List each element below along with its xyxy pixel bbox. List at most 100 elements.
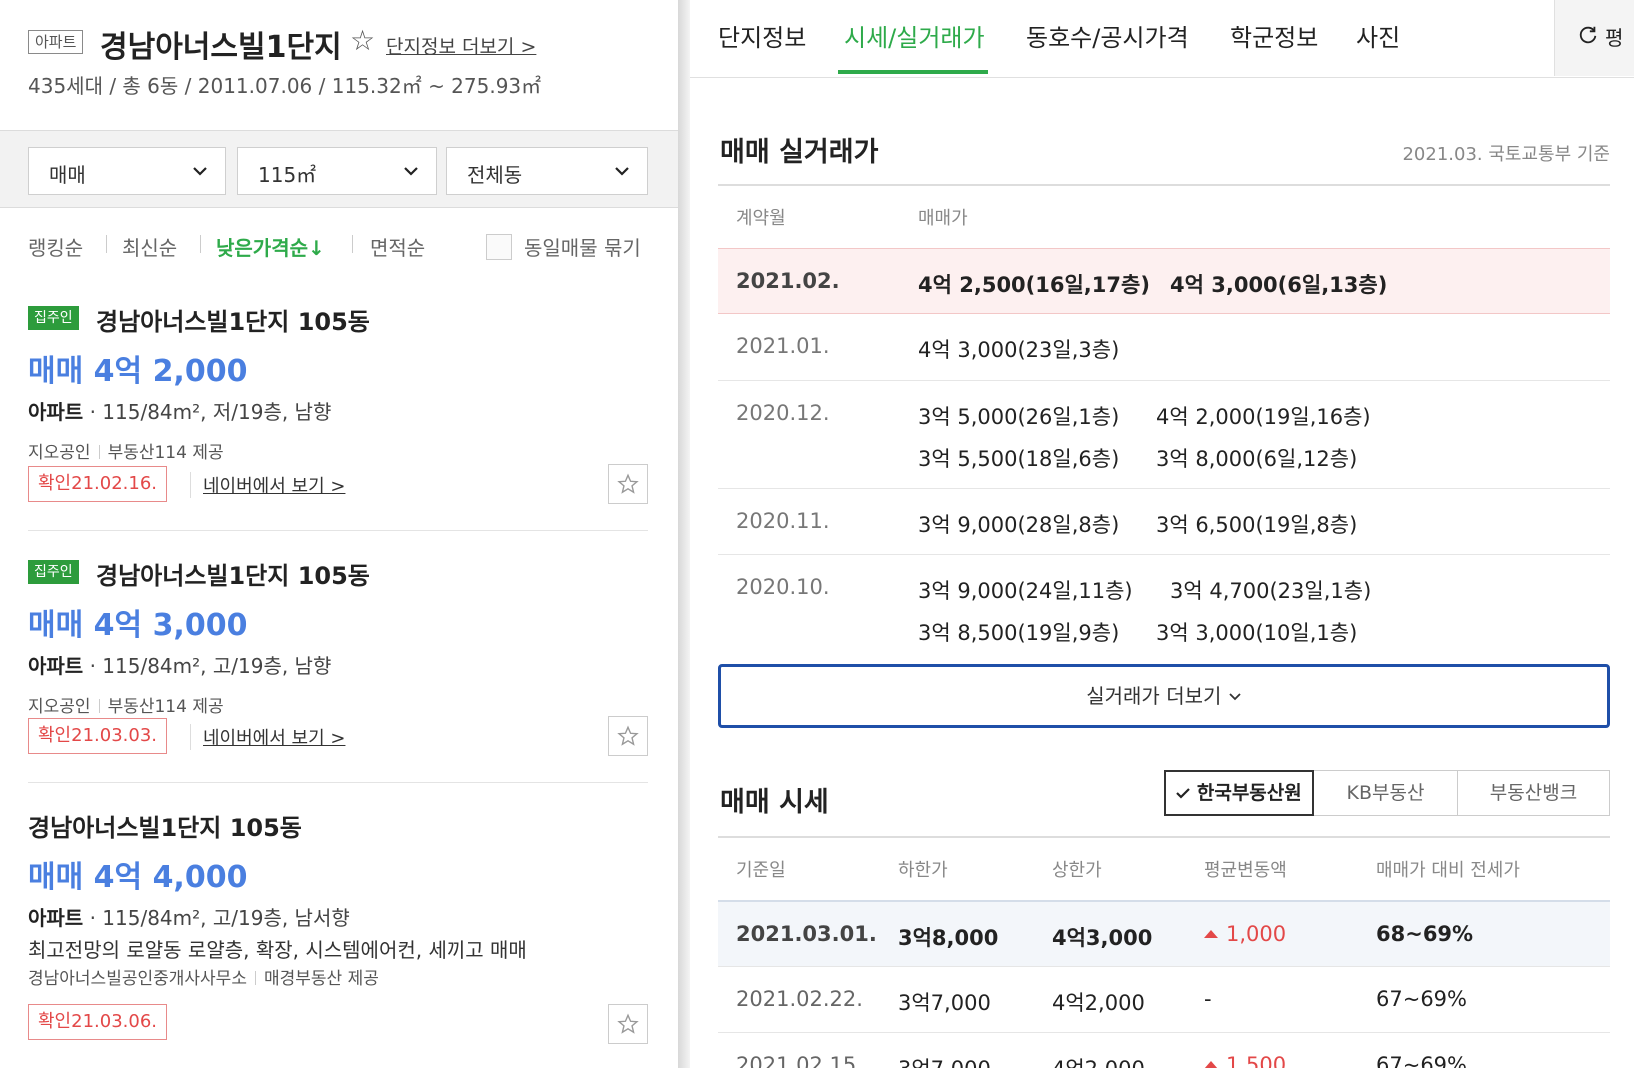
listing-spec: 아파트 · 115/84m², 저/19층, 남향 [28,396,331,425]
more-transactions-button[interactable]: 실거래가 더보기 [718,664,1610,728]
group-same-checkbox[interactable] [486,234,512,260]
listing-spec: 아파트 · 115/84m², 고/19층, 남서향 [28,902,350,931]
col-avg-change: 평균변동액 [1204,860,1287,881]
confirm-date-badge: 확인21.02.16. [28,466,167,502]
col-contract-month: 계약월 [736,208,786,229]
naver-view-link[interactable]: 네이버에서 보기 > [190,472,345,498]
listing-item[interactable]: 경남아너스빌1단지 105동 매매 4억 4,000 아파트 · 115/84m… [28,808,648,1068]
star-icon [617,1013,639,1034]
contract-month: 2021.01. [736,334,830,358]
divider [28,782,648,783]
divider [106,235,107,253]
agent-name: 경남아너스빌공인중개사사무소 [28,969,247,989]
listing-type: 아파트 [28,400,84,424]
divider [718,184,1610,186]
avg-change: 1,000 [1204,922,1286,946]
deal-price: 3억 3,000(10일,1층) [1156,621,1358,645]
listing-title[interactable]: 경남아너스빌1단지 105동 [96,556,370,591]
contract-month: 2020.11. [736,509,830,533]
provider: 부동산114 제공 [107,697,224,717]
listing-spec-detail: · 115/84m², 고/19층, 남향 [89,654,332,678]
tab-complex-info[interactable]: 단지정보 [718,18,806,53]
chevron-down-icon [404,167,418,176]
high-price: 4억2,000 [1052,991,1145,1015]
provider: 매경부동산 제공 [263,969,379,989]
listing-type: 아파트 [28,906,84,930]
sort-latest[interactable]: 최신순 [122,232,177,261]
pyeong-toggle-button[interactable]: 평 [1554,0,1634,76]
pyeong-label: 평 [1605,26,1624,50]
listing-agent: 경남아너스빌공인중개사사무소 매경부동산 제공 [28,964,379,989]
naver-view-link[interactable]: 네이버에서 보기 > [190,724,345,750]
listing-title[interactable]: 경남아너스빌1단지 105동 [28,808,302,843]
col-jeonse-ratio: 매매가 대비 전세가 [1376,860,1520,881]
listing-description: 최고전망의 로얄동 로얄층, 확장, 시스템에어컨, 세끼고 매매 [28,938,527,962]
source-kreb-label: 한국부동산원 [1196,782,1302,804]
confirm-date-badge: 확인21.03.06. [28,1004,167,1040]
listing-agent: 지오공인 부동산114 제공 [28,438,224,463]
table-row: 2021.03.01. 3억8,000 4억3,000 1,000 68~69% [718,900,1610,966]
tab-photos[interactable]: 사진 [1356,18,1400,53]
low-price: 3억7,000 [898,991,991,1015]
listing-item[interactable]: 집주인 경남아너스빌1단지 105동 매매 4억 2,000 아파트 · 115… [28,302,648,504]
source-kb-button[interactable]: KB부동산 [1314,770,1458,816]
listing-type: 아파트 [28,654,84,678]
area-dropdown[interactable]: 115㎡ [237,147,437,195]
star-icon [617,473,639,494]
agent-name: 지오공인 [28,443,91,463]
check-icon [1176,788,1191,799]
favorite-button[interactable] [608,716,648,756]
complex-meta: 435세대 / 총 6동 / 2011.07.06 / 115.32㎡ ~ 27… [28,74,542,98]
sort-bar: 랭킹순 최신순 낮은가격순↓ 면적순 동일매물 묶기 [28,232,656,262]
trade-type-value: 매매 [49,163,86,187]
refresh-icon [1579,26,1597,44]
table-row: 2021.02.15. 3억7,000 4억2,000 1,500 67~69% [718,1032,1610,1068]
jeonse-ratio: 68~69% [1376,922,1474,946]
chevron-down-icon [615,167,629,176]
area-value: 115㎡ [258,163,317,187]
trade-type-dropdown[interactable]: 매매 [28,147,226,195]
source-bank-button[interactable]: 부동산뱅크 [1458,770,1610,816]
sort-low-price[interactable]: 낮은가격순↓ [216,232,325,261]
star-icon [617,725,639,746]
listing-title[interactable]: 경남아너스빌1단지 105동 [96,302,370,337]
group-same-label[interactable]: 동일매물 묶기 [524,232,641,261]
sort-area[interactable]: 면적순 [370,232,425,261]
table-row: 2021.02. 4억 2,500(16일,17층) 4억 3,000(6일,1… [718,248,1610,314]
listing-price: 매매 4억 2,000 [28,354,248,389]
source-selector: 한국부동산원 KB부동산 부동산뱅크 [1164,770,1610,816]
listing-spec-detail: · 115/84m², 저/19층, 남향 [89,400,332,424]
low-price: 3억8,000 [898,926,999,950]
tab-school[interactable]: 학군정보 [1230,18,1318,53]
tab-units-official-price[interactable]: 동호수/공시가격 [1026,18,1189,53]
building-dropdown[interactable]: 전체동 [446,147,648,195]
favorite-button[interactable] [608,1004,648,1044]
col-base-date: 기준일 [736,860,786,881]
transactions-title: 매매 실거래가 [720,137,879,168]
source-kreb-button[interactable]: 한국부동산원 [1164,770,1314,816]
deal-price: 3억 5,000(26일,1층) [918,405,1120,429]
active-tab-indicator [838,70,988,74]
deal-price: 4억 2,500(16일,17층) [918,273,1150,297]
listing-price: 매매 4억 4,000 [28,860,248,895]
divider [200,235,201,253]
divider [254,971,256,985]
provider: 부동산114 제공 [107,443,224,463]
complex-more-info-link[interactable]: 단지정보 더보기 > [386,32,536,59]
deal-price: 4억 3,000(23일,3층) [918,338,1120,362]
avg-change: - [1204,987,1212,1011]
transactions-basis: 2021.03. 국토교통부 기준 [1402,144,1610,165]
tab-price[interactable]: 시세/실거래가 [844,18,985,53]
favorite-button[interactable] [608,464,648,504]
avg-change: 1,500 [1204,1053,1286,1068]
base-date: 2021.02.22. [736,987,863,1011]
favorite-star-icon[interactable]: ☆ [350,24,375,57]
listing-item[interactable]: 집주인 경남아너스빌1단지 105동 매매 4억 3,000 아파트 · 115… [28,556,648,756]
sort-ranking[interactable]: 랭킹순 [28,232,83,261]
divider [28,530,648,531]
deal-price: 3억 6,500(19일,8층) [1156,513,1358,537]
col-high-price: 상한가 [1052,860,1102,881]
deal-price: 3억 8,000(6일,12층) [1156,447,1358,471]
confirm-date-badge: 확인21.03.03. [28,718,167,754]
divider [98,445,100,459]
